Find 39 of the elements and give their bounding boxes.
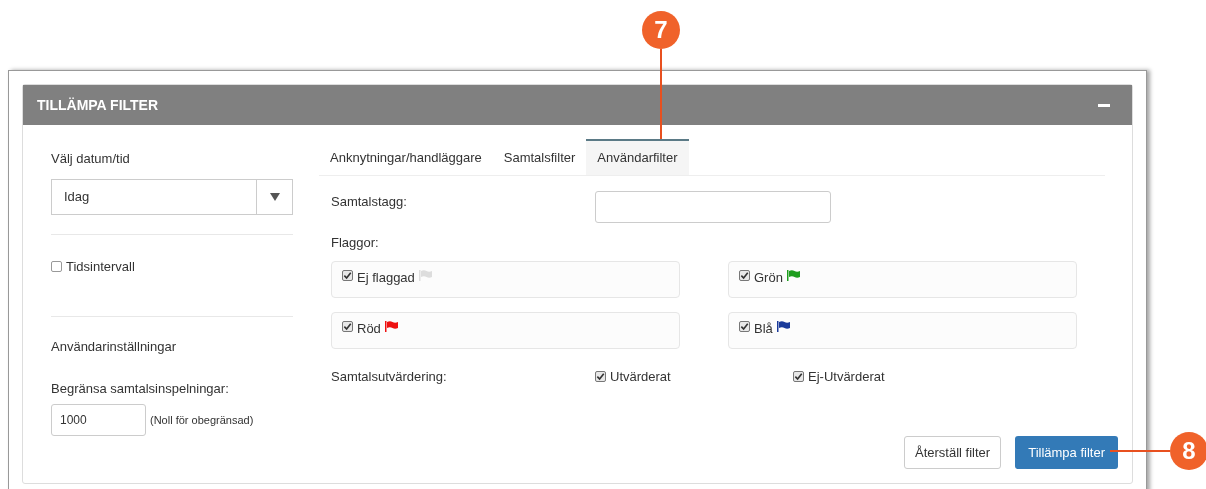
checkbox[interactable] — [739, 320, 750, 332]
field-label: Flaggor: — [330, 234, 380, 252]
callout-badge: 7 — [642, 11, 680, 49]
date-select[interactable]: Idag — [51, 178, 293, 215]
flag-option[interactable]: Ej flaggad — [331, 260, 680, 298]
reset-button[interactable]: Återställ filter — [904, 436, 1002, 469]
checkbox[interactable] — [739, 269, 750, 281]
flag-option[interactable]: Röd — [331, 311, 680, 349]
tab[interactable]: Samtalsfilter — [492, 139, 587, 175]
flag-label: Ej flaggad — [357, 268, 415, 287]
callout-badge: 8 — [1170, 432, 1206, 470]
tab[interactable]: Användarfilter — [586, 139, 689, 175]
panel-title: TILLÄMPA FILTER — [37, 95, 159, 115]
checkbox[interactable] — [342, 320, 353, 332]
field-label: Samtalstagg: — [331, 193, 408, 211]
checkbox-label: Utvärderat — [610, 367, 671, 386]
flag-option[interactable]: Blå — [728, 311, 1077, 349]
field-label: Välj datum/tid — [51, 150, 131, 168]
checkbox[interactable] — [342, 269, 353, 281]
apply-button[interactable]: Tillämpa filter — [1015, 436, 1118, 469]
checkbox[interactable] — [793, 370, 804, 382]
flag-option[interactable]: Grön — [728, 260, 1077, 298]
flag-label: Röd — [357, 319, 381, 338]
tab[interactable]: Anknytningar/handläggare — [319, 139, 493, 175]
tag-input-field[interactable] — [595, 191, 831, 223]
flag-label: Blå — [754, 319, 773, 338]
field-label: Samtalsutvärdering: — [331, 367, 448, 386]
collapse-icon[interactable] — [1098, 103, 1110, 107]
field-label: Begränsa samtalsinspelningar: — [51, 379, 230, 398]
limit-input-field[interactable]: 1000 — [51, 404, 146, 436]
checkbox-label: Ej-Utvärderat — [808, 367, 885, 386]
checkbox[interactable] — [595, 370, 606, 382]
field-hint: (Noll för obegränsad) — [150, 412, 254, 428]
section-heading: Användarinställningar — [51, 338, 178, 356]
checkbox[interactable] — [51, 260, 62, 272]
leader-line — [1110, 450, 1170, 452]
flag-label: Grön — [754, 268, 783, 287]
caret-icon — [269, 192, 280, 201]
checkbox-label: Tidsintervall — [66, 257, 135, 276]
